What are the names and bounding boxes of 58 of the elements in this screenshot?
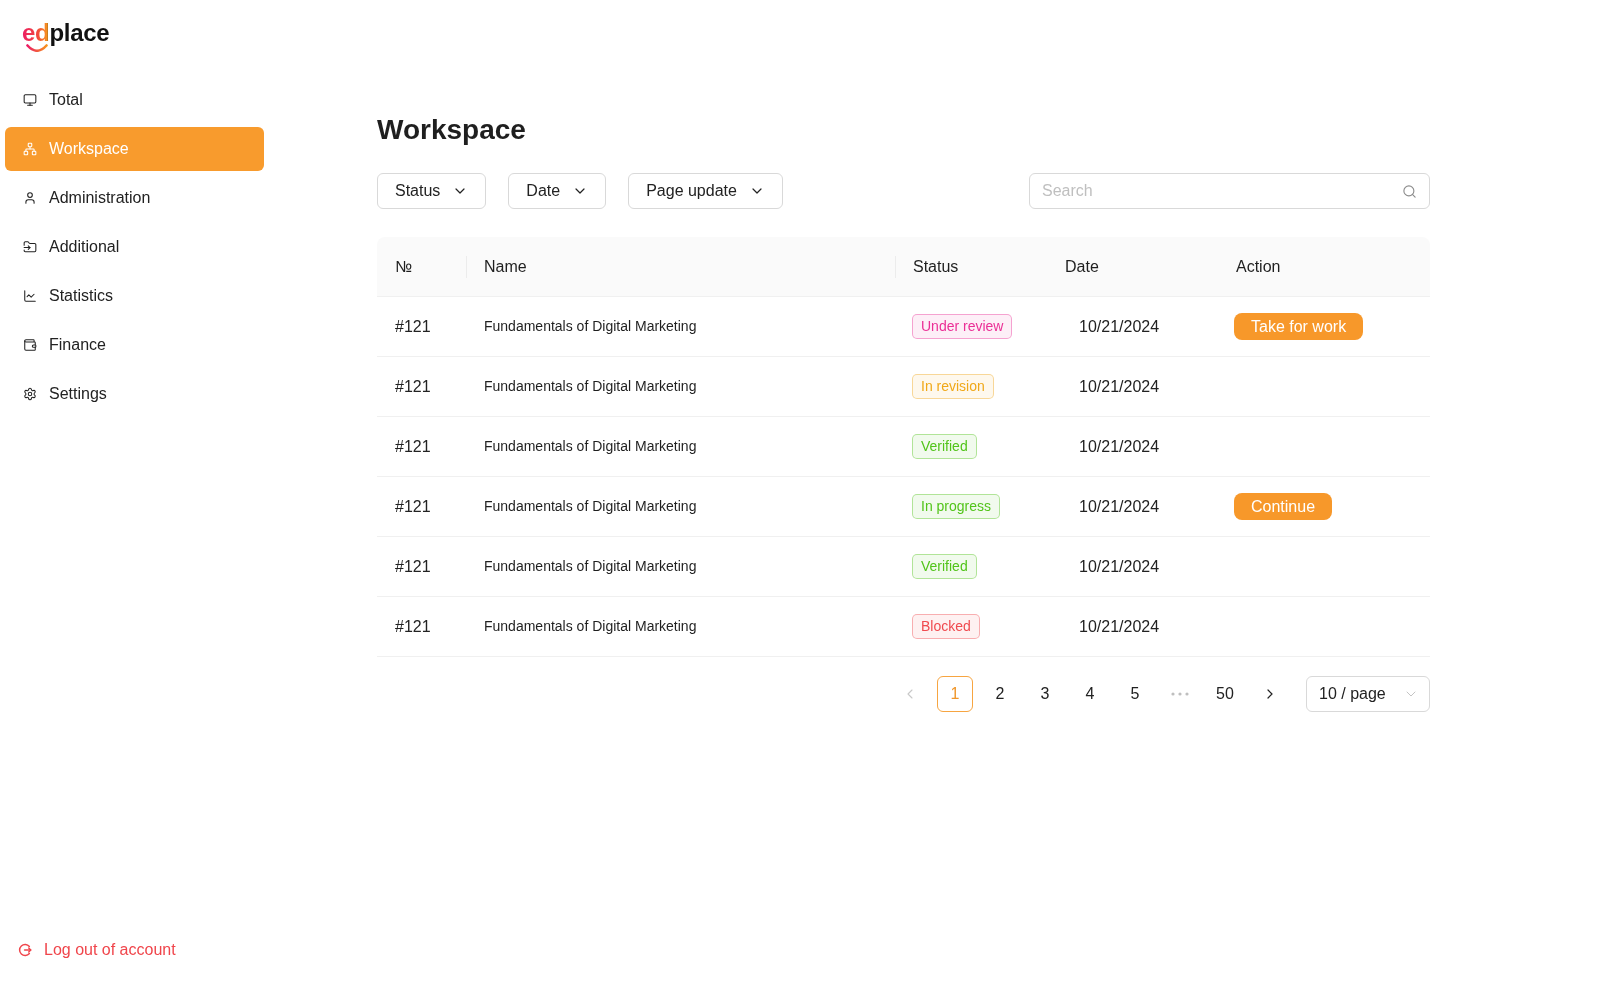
folder-icon bbox=[23, 240, 37, 254]
user-icon bbox=[23, 191, 37, 205]
sidebar-item[interactable]: Finance bbox=[5, 323, 264, 367]
table-cell-text: 10/21/2024 bbox=[1079, 376, 1160, 397]
table-cell-text: #121 bbox=[395, 496, 431, 517]
table-cell-text: 10/21/2024 bbox=[1079, 616, 1160, 637]
sidebar-item[interactable]: Additional bbox=[5, 225, 264, 269]
status-tag: Under review bbox=[912, 314, 1013, 339]
filter-dropdown[interactable]: Date bbox=[508, 173, 607, 209]
table-cell-text: Fundamentals of Digital Marketing bbox=[484, 497, 697, 516]
page-button[interactable]: 2 bbox=[982, 676, 1018, 712]
table-cell-text: #121 bbox=[395, 376, 431, 397]
logout-icon bbox=[18, 943, 32, 957]
table-cell-text: Fundamentals of Digital Marketing bbox=[484, 557, 697, 576]
sitemap-icon bbox=[23, 142, 37, 156]
page-button[interactable]: 3 bbox=[1027, 676, 1063, 712]
table-cell-text: 10/21/2024 bbox=[1079, 316, 1160, 337]
status-tag: In revision bbox=[912, 374, 994, 399]
page-button[interactable]: 4 bbox=[1072, 676, 1108, 712]
column-header: № bbox=[395, 256, 413, 277]
column-header: Action bbox=[1236, 256, 1281, 277]
table-cell-text: 10/21/2024 bbox=[1079, 496, 1160, 517]
column-header: Status bbox=[913, 256, 959, 277]
page-button[interactable]: 5 bbox=[1117, 676, 1153, 712]
page-size-select[interactable]: 10 / page bbox=[1306, 676, 1430, 712]
table-cell-text: #121 bbox=[395, 436, 431, 457]
table-cell-text: Fundamentals of Digital Marketing bbox=[484, 617, 697, 636]
table-cell-text: #121 bbox=[395, 316, 431, 337]
status-tag: Verified bbox=[912, 554, 977, 579]
table-cell-text: 10/21/2024 bbox=[1079, 556, 1160, 577]
column-header: Date bbox=[1065, 256, 1099, 277]
line-chart-icon bbox=[23, 289, 37, 303]
search-field[interactable]: Search bbox=[1029, 173, 1430, 209]
sidebar-item[interactable]: Settings bbox=[5, 372, 264, 416]
page-title: Workspace bbox=[377, 113, 527, 147]
sidebar-item[interactable]: Total bbox=[5, 78, 264, 122]
sidebar-item[interactable]: Administration bbox=[5, 176, 264, 220]
search-icon bbox=[1402, 183, 1417, 199]
sidebar-item[interactable]: Statistics bbox=[5, 274, 264, 318]
ellipsis-icon bbox=[1171, 692, 1189, 696]
status-tag: Blocked bbox=[912, 614, 980, 639]
table-cell-text: Fundamentals of Digital Marketing bbox=[484, 437, 697, 456]
column-header: Name bbox=[484, 256, 527, 277]
wallet-icon bbox=[23, 338, 37, 352]
monitor-icon bbox=[23, 93, 37, 107]
table-cell-text: #121 bbox=[395, 616, 431, 637]
status-tag: In progress bbox=[912, 494, 1001, 519]
table-cell-text: Fundamentals of Digital Marketing bbox=[484, 317, 697, 336]
logout-link[interactable]: Log out of account bbox=[18, 938, 176, 962]
smile-icon bbox=[26, 44, 48, 52]
status-tag: Verified bbox=[912, 434, 977, 459]
table-cell-text: 10/21/2024 bbox=[1079, 436, 1160, 457]
gear-icon bbox=[23, 387, 37, 401]
table-cell-text: #121 bbox=[395, 556, 431, 577]
filter-dropdown[interactable]: Page update bbox=[628, 173, 783, 209]
table-cell-text: Fundamentals of Digital Marketing bbox=[484, 377, 697, 396]
filter-dropdown[interactable]: Status bbox=[377, 173, 487, 209]
page-button[interactable]: 50 bbox=[1207, 676, 1243, 712]
